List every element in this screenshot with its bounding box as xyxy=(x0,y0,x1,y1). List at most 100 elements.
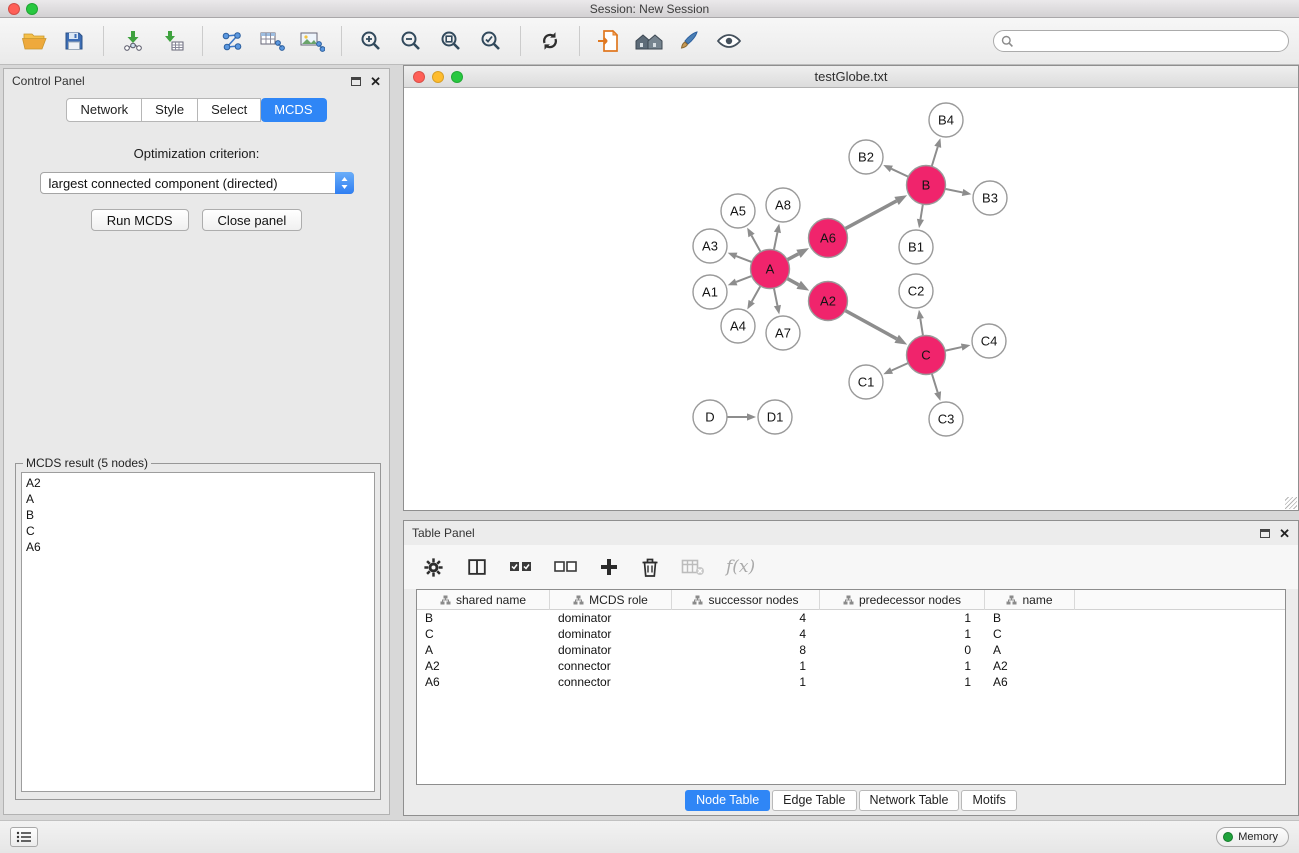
table-settings-gear-icon[interactable] xyxy=(422,553,445,581)
search-field[interactable] xyxy=(993,30,1289,52)
show-hide-eye-icon[interactable] xyxy=(712,24,746,58)
table-row[interactable]: A6connector11A6 xyxy=(417,674,1285,690)
open-folder-icon[interactable] xyxy=(17,24,51,58)
task-history-button[interactable] xyxy=(10,827,38,847)
node-label-C2: C2 xyxy=(908,284,925,299)
memory-button[interactable]: Memory xyxy=(1216,827,1289,847)
table-cell[interactable]: 8 xyxy=(672,642,820,658)
column-type-icon xyxy=(843,595,854,605)
add-column-plus-icon[interactable] xyxy=(599,553,619,581)
result-item[interactable]: A2 xyxy=(26,475,374,491)
select-all-checkboxes-icon[interactable] xyxy=(509,553,533,581)
table-cell[interactable]: A2 xyxy=(417,658,550,674)
table-cell[interactable]: 1 xyxy=(820,658,985,674)
style-brush-icon[interactable] xyxy=(672,24,706,58)
table-cell[interactable]: 1 xyxy=(820,626,985,642)
criterion-dropdown[interactable]: largest connected component (directed) xyxy=(40,172,354,194)
edge-arrowhead xyxy=(796,248,809,258)
zoom-window-button[interactable] xyxy=(26,3,38,15)
close-window-button[interactable] xyxy=(8,3,20,15)
table-cell[interactable]: 1 xyxy=(672,658,820,674)
network-window-titlebar[interactable]: testGlobe.txt xyxy=(404,66,1298,88)
search-input[interactable] xyxy=(1014,32,1288,50)
tab-network[interactable]: Network xyxy=(66,98,142,122)
column-type-icon xyxy=(573,595,584,605)
node-label-A1: A1 xyxy=(702,285,718,300)
table-row[interactable]: A2connector11A2 xyxy=(417,658,1285,674)
resize-grip[interactable] xyxy=(1285,497,1297,509)
table-cell[interactable]: B xyxy=(985,610,1075,626)
function-builder-icon[interactable]: f(x) xyxy=(726,553,755,581)
close-table-panel-icon[interactable]: ✕ xyxy=(1279,527,1290,540)
float-panel-icon[interactable] xyxy=(351,77,361,86)
import-table-icon[interactable] xyxy=(156,24,190,58)
close-network-window-button[interactable] xyxy=(413,71,425,83)
table-cell[interactable]: A6 xyxy=(985,674,1075,690)
table-cell[interactable]: 4 xyxy=(672,610,820,626)
import-network-icon[interactable] xyxy=(116,24,150,58)
column-header-name[interactable]: name xyxy=(985,590,1075,610)
delete-trash-icon[interactable] xyxy=(640,553,660,581)
zoom-out-icon[interactable] xyxy=(394,24,428,58)
result-item[interactable]: C xyxy=(26,523,374,539)
node-label-C: C xyxy=(921,348,930,363)
tab-network-table[interactable]: Network Table xyxy=(859,790,960,811)
column-header-predecessor-nodes[interactable]: predecessor nodes xyxy=(820,590,985,610)
result-item[interactable]: A xyxy=(26,491,374,507)
column-header-shared-name[interactable]: shared name xyxy=(417,590,550,610)
tab-style[interactable]: Style xyxy=(142,98,198,122)
zoom-network-window-button[interactable] xyxy=(451,71,463,83)
table-cell[interactable]: connector xyxy=(550,658,672,674)
table-cell[interactable]: dominator xyxy=(550,642,672,658)
table-cell[interactable]: 4 xyxy=(672,626,820,642)
close-panel-icon[interactable]: ✕ xyxy=(370,75,381,88)
new-network-icon[interactable] xyxy=(215,24,249,58)
zoom-fit-icon[interactable] xyxy=(434,24,468,58)
export-document-icon[interactable] xyxy=(592,24,626,58)
table-cell[interactable]: 1 xyxy=(672,674,820,690)
column-header-mcds-role[interactable]: MCDS role xyxy=(550,590,672,610)
edge-arrowhead xyxy=(774,224,781,234)
tab-select[interactable]: Select xyxy=(198,98,261,122)
table-cell[interactable]: 1 xyxy=(820,610,985,626)
save-icon[interactable] xyxy=(57,24,91,58)
network-canvas[interactable]: B4B2BB3A5A8A6A3B1AA1C2A2A4A7C4CC1C3DD1 xyxy=(404,88,1298,510)
clear-all-checkboxes-icon[interactable] xyxy=(554,553,578,581)
table-row[interactable]: Adominator80A xyxy=(417,642,1285,658)
table-cell[interactable]: B xyxy=(417,610,550,626)
new-network-from-table-icon[interactable] xyxy=(255,24,289,58)
zoom-in-icon[interactable] xyxy=(354,24,388,58)
mcds-result-list[interactable]: A2ABCA6 xyxy=(21,472,375,792)
tab-edge-table[interactable]: Edge Table xyxy=(772,790,856,811)
table-cell[interactable]: C xyxy=(985,626,1075,642)
table-cell[interactable]: C xyxy=(417,626,550,642)
split-columns-icon[interactable] xyxy=(466,553,488,581)
refresh-icon[interactable] xyxy=(533,24,567,58)
column-header-successor-nodes[interactable]: successor nodes xyxy=(672,590,820,610)
result-item[interactable]: A6 xyxy=(26,539,374,555)
close-panel-button[interactable]: Close panel xyxy=(202,209,303,231)
result-item[interactable]: B xyxy=(26,507,374,523)
run-mcds-button[interactable]: Run MCDS xyxy=(91,209,189,231)
table-cell[interactable]: A6 xyxy=(417,674,550,690)
table-cell[interactable]: dominator xyxy=(550,610,672,626)
delete-table-icon[interactable] xyxy=(681,553,705,581)
minimize-network-window-button[interactable] xyxy=(432,71,444,83)
table-cell[interactable]: 0 xyxy=(820,642,985,658)
table-cell[interactable]: A xyxy=(985,642,1075,658)
table-row[interactable]: Bdominator41B xyxy=(417,610,1285,626)
float-table-panel-icon[interactable] xyxy=(1260,529,1270,538)
table-cell[interactable]: 1 xyxy=(820,674,985,690)
table-cell[interactable]: dominator xyxy=(550,626,672,642)
table-cell[interactable]: A xyxy=(417,642,550,658)
table-row[interactable]: Cdominator41C xyxy=(417,626,1285,642)
home-icon[interactable] xyxy=(632,24,666,58)
tab-motifs[interactable]: Motifs xyxy=(961,790,1016,811)
tab-mcds[interactable]: MCDS xyxy=(261,98,326,122)
new-network-from-image-icon[interactable] xyxy=(295,24,329,58)
table-cell[interactable]: connector xyxy=(550,674,672,690)
tab-node-table[interactable]: Node Table xyxy=(685,790,770,811)
zoom-selected-icon[interactable] xyxy=(474,24,508,58)
table-cell[interactable]: A2 xyxy=(985,658,1075,674)
edge-A-A2 xyxy=(787,278,799,284)
